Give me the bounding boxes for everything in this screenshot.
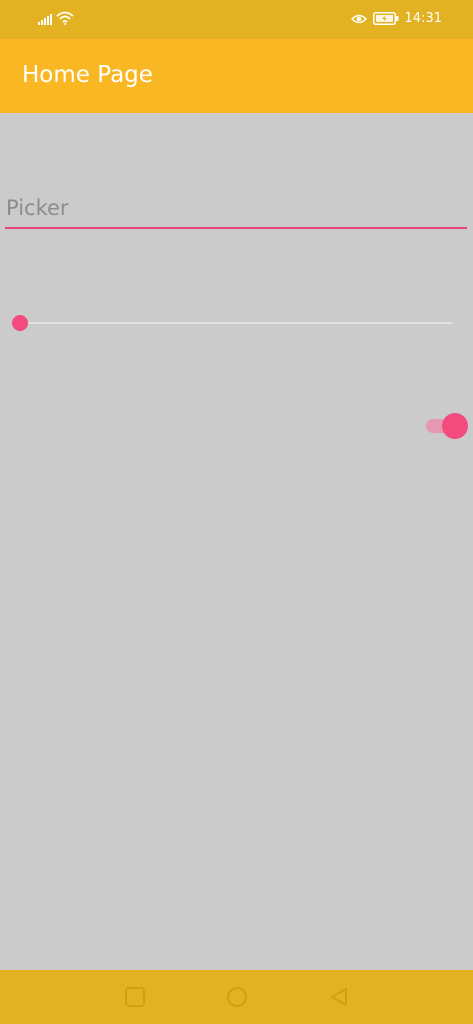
eye-icon [350, 14, 367, 23]
picker-underline [5, 227, 467, 229]
switch-thumb [442, 413, 468, 439]
battery-charging-icon [372, 12, 399, 25]
toggle-switch[interactable] [426, 411, 470, 441]
status-time: 14:31 [404, 11, 442, 26]
signal-icon [38, 13, 52, 25]
slider-thumb[interactable] [12, 315, 28, 331]
status-left-icons [38, 11, 74, 25]
slider-track [20, 322, 452, 324]
recent-apps-button[interactable] [122, 984, 148, 1010]
back-triangle-icon [331, 988, 347, 1006]
page-title: Home Page [22, 62, 153, 88]
status-right-icons: 14:31 [350, 11, 442, 26]
wifi-icon [56, 11, 74, 25]
circle-icon [227, 987, 247, 1007]
navigation-bar [0, 970, 473, 1024]
app-bar: Home Page [0, 39, 473, 113]
slider[interactable] [12, 312, 454, 334]
status-bar: 14:31 [0, 0, 473, 39]
back-button[interactable] [326, 984, 352, 1010]
picker-field[interactable]: Picker [5, 190, 467, 230]
picker-placeholder: Picker [6, 196, 69, 220]
square-icon [125, 987, 145, 1007]
home-button[interactable] [224, 984, 250, 1010]
